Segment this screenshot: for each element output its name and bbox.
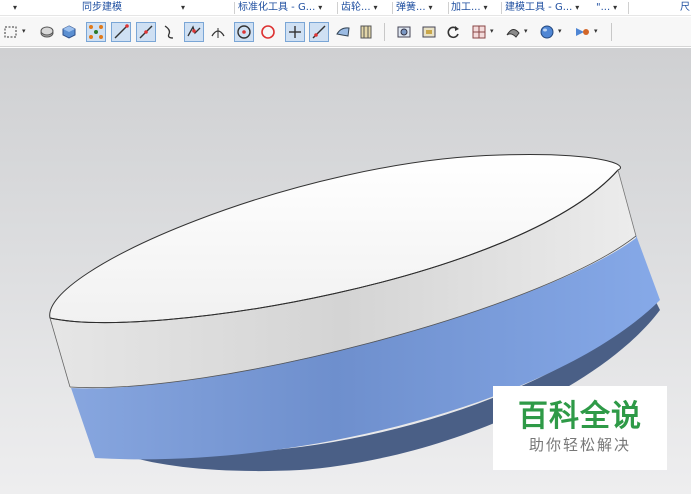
ribbon-separator bbox=[501, 2, 502, 14]
ribbon-group-label: 尺 bbox=[680, 2, 690, 13]
chevron-down-icon: ▾ bbox=[13, 3, 18, 12]
ribbon-group-modeling-tools[interactable]: 建模工具 - G... ▾ bbox=[505, 1, 579, 15]
ribbon-group-label: 同步建模 bbox=[82, 2, 122, 13]
ribbon-group-label: 建模工具 - G... bbox=[505, 2, 573, 13]
ribbon-group-dimension[interactable]: 尺 bbox=[680, 1, 690, 15]
view-frame-icon[interactable] bbox=[419, 22, 439, 42]
chevron-down-icon: ▾ bbox=[373, 3, 378, 12]
bounded-grid-icon[interactable] bbox=[356, 22, 376, 42]
chevron-down-icon: ▾ bbox=[483, 3, 488, 12]
ribbon-separator bbox=[392, 2, 393, 14]
ribbon-group-label: 齿轮... bbox=[341, 2, 371, 13]
ribbon-separator bbox=[234, 2, 235, 14]
chevron-down-icon: ▾ bbox=[428, 3, 433, 12]
chevron-down-icon: ▾ bbox=[613, 3, 618, 12]
center-point-icon[interactable] bbox=[234, 22, 254, 42]
chevron-down-icon[interactable]: ▾ bbox=[22, 27, 26, 35]
ribbon-group-standard-tools[interactable]: 标准化工具 - G... ▾ bbox=[238, 1, 322, 15]
chevron-down-icon[interactable]: ▾ bbox=[594, 27, 598, 35]
select-box-icon[interactable] bbox=[1, 22, 21, 42]
chevron-down-icon[interactable]: ▾ bbox=[524, 27, 528, 35]
cube-icon[interactable] bbox=[59, 22, 79, 42]
intersection-point-icon[interactable] bbox=[184, 22, 204, 42]
view-camera-icon[interactable] bbox=[394, 22, 414, 42]
ribbon-group-bar: ▾ 同步建模 ▾ 标准化工具 - G... ▾ 齿轮... ▾ 弹簧... ▾ 加工.… bbox=[0, 0, 691, 16]
toolbar-separator bbox=[611, 23, 612, 41]
watermark-subtitle: 助你轻松解决 bbox=[528, 436, 631, 454]
ribbon-separator bbox=[628, 2, 629, 14]
line-midpoint-icon[interactable] bbox=[136, 22, 156, 42]
watermark-title: 百科全说 bbox=[518, 399, 642, 434]
ribbon-dropdown-sync[interactable]: ▾ bbox=[178, 1, 185, 15]
ribbon-separator bbox=[337, 2, 338, 14]
chevron-down-icon[interactable]: ▾ bbox=[558, 27, 562, 35]
watermark-badge: 百科全说 助你轻松解决 bbox=[493, 386, 667, 470]
point-on-curve-icon[interactable] bbox=[309, 22, 329, 42]
ribbon-group-springs[interactable]: 弹簧... ▾ bbox=[396, 1, 433, 15]
ribbon-group-machining[interactable]: 加工... ▾ bbox=[451, 1, 488, 15]
ribbon-group-gears[interactable]: 齿轮... ▾ bbox=[341, 1, 378, 15]
rotate-view-icon[interactable] bbox=[443, 22, 463, 42]
quadrant-point-icon[interactable] bbox=[258, 22, 278, 42]
curve-point-icon[interactable] bbox=[159, 22, 179, 42]
point-on-surface-icon[interactable] bbox=[333, 22, 353, 42]
shaded-sphere-icon[interactable] bbox=[537, 22, 557, 42]
tangent-point-icon[interactable] bbox=[208, 22, 228, 42]
face-analysis-icon[interactable] bbox=[503, 22, 523, 42]
ribbon-group-label: 标准化工具 - G... bbox=[238, 2, 316, 13]
ribbon-group-label: 弹簧... bbox=[396, 2, 426, 13]
snap-points-icon[interactable] bbox=[86, 22, 106, 42]
ribbon-group-sync-modeling[interactable]: 同步建模 bbox=[82, 1, 122, 15]
render-style-icon[interactable] bbox=[37, 22, 57, 42]
chevron-down-icon: ▾ bbox=[575, 3, 580, 12]
chevron-down-icon: ▾ bbox=[181, 3, 186, 12]
ribbon-group-label: 加工... bbox=[451, 2, 481, 13]
show-hide-icon[interactable] bbox=[572, 22, 592, 42]
ribbon-group-label: "... bbox=[596, 2, 611, 13]
chevron-down-icon: ▾ bbox=[318, 3, 323, 12]
ribbon-dropdown-left[interactable]: ▾ bbox=[10, 1, 17, 15]
line-endpoint-icon[interactable] bbox=[111, 22, 131, 42]
chevron-down-icon[interactable]: ▾ bbox=[490, 27, 494, 35]
existing-point-icon[interactable] bbox=[285, 22, 305, 42]
toolbar-separator bbox=[384, 23, 385, 41]
ribbon-group-more[interactable]: "... ▾ bbox=[596, 1, 617, 15]
selection-toolbar: ▾ ▾ ▾ ▾ ▾ bbox=[0, 17, 691, 47]
ribbon-separator bbox=[448, 2, 449, 14]
layout-grid-icon[interactable] bbox=[469, 22, 489, 42]
